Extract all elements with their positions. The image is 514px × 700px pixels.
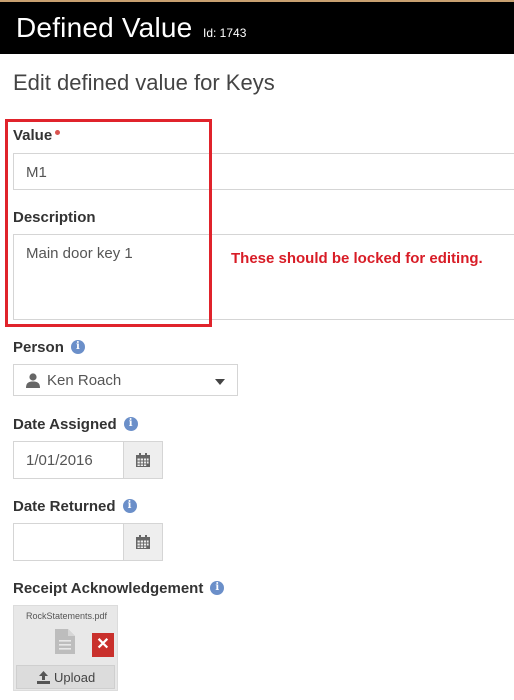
date-assigned-input[interactable]: 1/01/2016 xyxy=(26,452,93,469)
info-icon[interactable]: i xyxy=(123,417,138,432)
record-id: Id: 1743 xyxy=(203,26,247,40)
upload-icon xyxy=(37,671,50,684)
info-icon[interactable]: i xyxy=(122,499,137,514)
date-assigned-label-text: Date Assigned xyxy=(13,416,117,433)
remove-file-button[interactable]: ✕ xyxy=(92,633,114,657)
date-assigned-label: Date Assigned i xyxy=(13,416,138,433)
date-returned-calendar-button[interactable] xyxy=(123,524,162,560)
caret-down-icon xyxy=(215,379,225,385)
info-icon[interactable]: i xyxy=(70,340,85,355)
user-icon xyxy=(26,373,40,388)
person-label-text: Person xyxy=(13,339,64,356)
receipt-label: Receipt Acknowledgement i xyxy=(13,580,225,597)
close-icon: ✕ xyxy=(96,636,110,653)
page-header: Defined Value Id: 1743 xyxy=(0,0,514,54)
person-label: Person i xyxy=(13,339,85,356)
calendar-icon xyxy=(136,535,150,549)
file-upload-card: RockStatements.pdf ✕ Upload xyxy=(13,605,118,691)
person-picker[interactable]: Ken Roach xyxy=(13,364,238,396)
file-icon xyxy=(55,629,75,654)
date-returned-picker xyxy=(13,523,163,561)
attachment-filename[interactable]: RockStatements.pdf xyxy=(14,611,119,621)
person-name: Ken Roach xyxy=(47,372,122,389)
upload-button[interactable]: Upload xyxy=(16,665,115,689)
highlight-box xyxy=(5,119,212,327)
receipt-label-text: Receipt Acknowledgement xyxy=(13,580,204,597)
page-title: Defined Value xyxy=(16,12,193,43)
date-returned-label-text: Date Returned xyxy=(13,498,116,515)
upload-label: Upload xyxy=(54,670,96,685)
date-assigned-calendar-button[interactable] xyxy=(123,442,162,478)
info-icon[interactable]: i xyxy=(210,581,225,596)
form-subtitle: Edit defined value for Keys xyxy=(13,70,275,95)
date-returned-label: Date Returned i xyxy=(13,498,137,515)
date-assigned-picker: 1/01/2016 xyxy=(13,441,163,479)
annotation-text: These should be locked for editing. xyxy=(231,250,483,267)
calendar-icon xyxy=(136,453,150,467)
